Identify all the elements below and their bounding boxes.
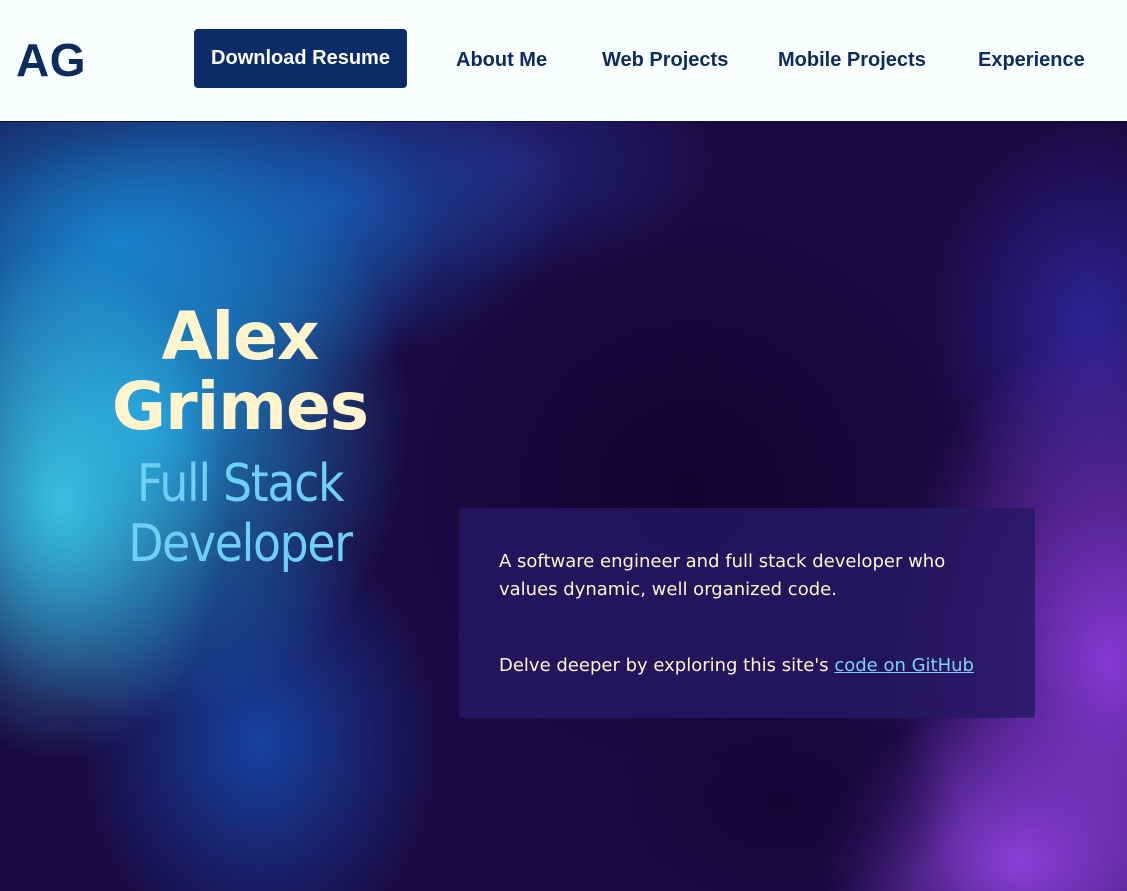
hero-role-line-1: Full Stack	[136, 454, 345, 514]
github-code-link[interactable]: code on GitHub	[834, 655, 974, 676]
nav-link-about-me[interactable]: About Me	[456, 46, 547, 74]
hero-section: Alex Grimes Full Stack Developer A softw…	[0, 122, 1127, 891]
intro-explore-text: Delve deeper by exploring this site's co…	[499, 652, 1009, 680]
hero-name-block: Alex Grimes Full Stack Developer	[60, 298, 420, 575]
hero-first-name: Alex	[161, 298, 319, 375]
hero-role-line-2: Developer	[128, 514, 353, 574]
intro-card: A software engineer and full stack devel…	[459, 508, 1035, 718]
hero-last-name: Grimes	[111, 368, 369, 445]
nav-link-experience[interactable]: Experience	[978, 46, 1085, 74]
download-resume-button[interactable]: Download Resume	[194, 29, 407, 88]
site-logo[interactable]: AG	[16, 34, 86, 86]
hero-role: Full Stack Developer	[60, 454, 420, 574]
intro-description: A software engineer and full stack devel…	[499, 551, 946, 600]
nav-link-web-projects[interactable]: Web Projects	[602, 46, 728, 74]
nav-link-mobile-projects[interactable]: Mobile Projects	[778, 46, 926, 74]
intro-explore-prefix: Delve deeper by exploring this site's	[499, 655, 835, 676]
top-navbar: AG Download Resume About Me Web Projects…	[0, 0, 1127, 122]
